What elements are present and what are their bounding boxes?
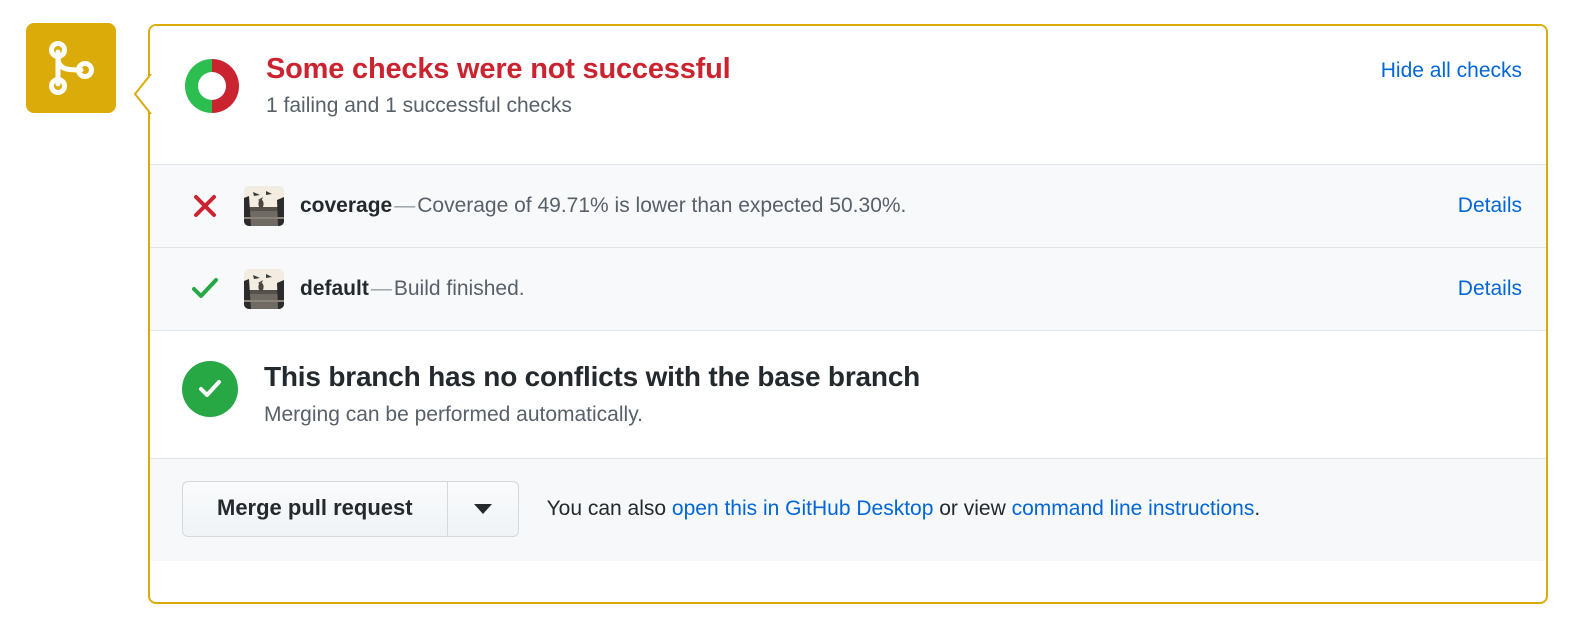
- conflict-status-section: This branch has no conflicts with the ba…: [150, 331, 1546, 458]
- hide-all-checks-link[interactable]: Hide all checks: [1381, 52, 1522, 83]
- check-avatar: [244, 269, 284, 309]
- check-icon: [182, 276, 228, 302]
- merge-button-group: Merge pull request: [182, 480, 519, 538]
- check-description: default—Build finished.: [300, 275, 1438, 303]
- check-dash: —: [394, 193, 416, 217]
- merge-actions-footer: Merge pull request You can also open thi…: [150, 457, 1546, 562]
- checks-title: Some checks were not successful: [266, 53, 731, 85]
- github-desktop-link[interactable]: open this in GitHub Desktop: [672, 497, 933, 520]
- merge-options-dropdown-button[interactable]: [446, 480, 519, 538]
- check-name: coverage: [300, 193, 393, 217]
- check-row-coverage[interactable]: coverage—Coverage of 49.71% is lower tha…: [150, 165, 1546, 248]
- check-details-link[interactable]: Details: [1438, 277, 1522, 301]
- check-message: Coverage of 49.71% is lower than expecte…: [417, 193, 907, 217]
- conflict-text: This branch has no conflicts with the ba…: [238, 359, 920, 428]
- git-merge-badge: [26, 23, 116, 113]
- conflict-title: This branch has no conflicts with the ba…: [264, 361, 921, 392]
- merge-help-note: You can also open this in GitHub Desktop…: [519, 495, 1261, 522]
- merge-box-screen: Some checks were not successful 1 failin…: [0, 0, 1570, 636]
- git-merge-icon: [45, 40, 97, 96]
- chevron-down-icon: [473, 504, 492, 515]
- command-line-instructions-link[interactable]: command line instructions: [1012, 497, 1255, 520]
- check-row-default[interactable]: default—Build finished. Details: [150, 248, 1546, 331]
- check-circle-filled-icon: [182, 361, 238, 417]
- checks-header: Some checks were not successful 1 failin…: [150, 26, 1546, 164]
- merge-pull-request-button[interactable]: Merge pull request: [182, 480, 447, 538]
- conflict-subtitle: Merging can be performed automatically.: [264, 402, 643, 426]
- checks-header-text: Some checks were not successful 1 failin…: [242, 52, 1381, 120]
- note-middle: or view: [933, 497, 1012, 521]
- check-dash: —: [370, 276, 392, 300]
- donut-status-icon: [182, 56, 242, 116]
- note-prefix: You can also: [546, 497, 672, 521]
- check-name: default: [300, 276, 369, 300]
- check-description: coverage—Coverage of 49.71% is lower tha…: [300, 192, 1438, 220]
- check-details-link[interactable]: Details: [1438, 194, 1522, 218]
- check-message: Build finished.: [393, 276, 525, 300]
- checks-subtitle: 1 failing and 1 successful checks: [266, 94, 572, 118]
- note-suffix: .: [1254, 497, 1261, 521]
- callout-arrow: [133, 73, 154, 115]
- checks-list: coverage—Coverage of 49.71% is lower tha…: [150, 164, 1546, 331]
- check-avatar: [244, 186, 284, 226]
- x-icon: [182, 193, 228, 219]
- merge-status-card: Some checks were not successful 1 failin…: [148, 24, 1548, 604]
